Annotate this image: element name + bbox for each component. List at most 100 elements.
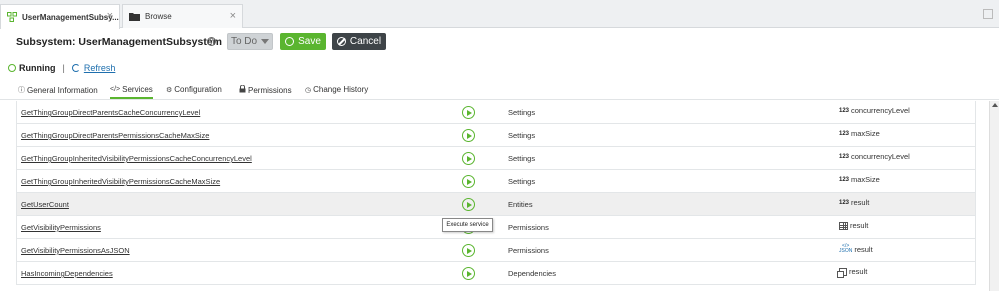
service-result: result bbox=[837, 267, 868, 278]
tab-label: Permissions bbox=[248, 85, 292, 95]
tab-label: Change History bbox=[313, 85, 369, 94]
table-row[interactable]: GetVisibilityPermissions Permissions res… bbox=[16, 216, 976, 239]
service-name-link[interactable]: GetUserCount bbox=[21, 200, 69, 209]
services-table: GetThingGroupDirectParentsCacheConcurren… bbox=[16, 101, 976, 291]
state-select[interactable]: To Do bbox=[227, 33, 273, 50]
lock-icon bbox=[239, 84, 246, 95]
refresh-icon[interactable] bbox=[71, 64, 80, 72]
running-icon bbox=[8, 64, 16, 72]
maximize-icon[interactable] bbox=[983, 9, 993, 19]
service-name-link[interactable]: GetVisibilityPermissionsAsJSON bbox=[21, 246, 130, 255]
service-name-link[interactable]: HasIncomingDependencies bbox=[21, 269, 113, 278]
number-type-icon: 123 bbox=[839, 199, 850, 206]
save-button[interactable]: Save bbox=[280, 33, 326, 50]
service-name-link[interactable]: GetThingGroupInheritedVisibilityPermissi… bbox=[21, 154, 252, 163]
tab-label: Browse bbox=[145, 12, 172, 21]
table-row[interactable]: GetThingGroupDirectParentsPermissionsCac… bbox=[16, 124, 976, 147]
service-result: 123 maxSize bbox=[839, 129, 880, 138]
result-name: result bbox=[849, 267, 868, 276]
cancel-button[interactable]: Cancel bbox=[332, 33, 386, 50]
result-name: maxSize bbox=[851, 129, 880, 138]
table-row[interactable]: GetVisibilityPermissionsAsJSON Permissio… bbox=[16, 239, 976, 262]
status-running: Running bbox=[19, 63, 56, 73]
json-type-icon: </> JSON bbox=[839, 243, 853, 254]
close-icon[interactable]: × bbox=[230, 10, 236, 22]
help-icon[interactable]: ? bbox=[207, 37, 216, 46]
number-type-icon: 123 bbox=[839, 107, 850, 114]
play-icon[interactable] bbox=[462, 267, 475, 280]
service-category: Permissions bbox=[508, 246, 549, 255]
table-row[interactable]: GetThingGroupInheritedVisibilityPermissi… bbox=[16, 170, 976, 193]
thing-icon bbox=[7, 12, 17, 22]
service-result: 123 concurrencyLevel bbox=[839, 106, 910, 115]
clock-icon: ◷ bbox=[305, 86, 312, 94]
service-result: 123 concurrencyLevel bbox=[839, 152, 910, 161]
gear-icon: ⚙ bbox=[166, 86, 173, 94]
result-name: maxSize bbox=[851, 175, 880, 184]
cancel-icon bbox=[336, 37, 346, 46]
play-icon[interactable] bbox=[462, 244, 475, 257]
service-result: 123 result bbox=[839, 198, 869, 207]
service-name-link[interactable]: GetThingGroupInheritedVisibilityPermissi… bbox=[21, 177, 220, 186]
play-icon[interactable] bbox=[462, 198, 475, 211]
service-result: 123 maxSize bbox=[839, 175, 880, 184]
tab-label: General Information bbox=[27, 85, 98, 95]
tab-services[interactable]: </> Services bbox=[110, 85, 153, 99]
tab-label: Configuration bbox=[174, 85, 222, 94]
service-category: Settings bbox=[508, 108, 536, 117]
play-icon[interactable] bbox=[462, 106, 475, 119]
table-type-icon bbox=[839, 221, 848, 230]
tab-change-history[interactable]: ◷ Change History bbox=[305, 85, 368, 94]
state-select-value: To Do bbox=[230, 36, 258, 47]
service-name-link[interactable]: GetVisibilityPermissions bbox=[21, 223, 101, 232]
object-type-icon bbox=[837, 267, 847, 278]
editor-tab-strip: UserManagementSubsy... × Browse × bbox=[0, 0, 999, 29]
chevron-down-icon bbox=[261, 39, 270, 44]
tab-usermanagementsubsystem[interactable]: UserManagementSubsy... × bbox=[0, 4, 120, 29]
execute-service-tooltip: Execute service bbox=[442, 218, 493, 232]
tab-configuration[interactable]: ⚙ Configuration bbox=[166, 85, 222, 94]
status-row: Running | Refresh bbox=[8, 63, 115, 73]
service-name-link[interactable]: GetThingGroupDirectParentsPermissionsCac… bbox=[21, 131, 209, 140]
service-category: Settings bbox=[508, 177, 536, 186]
tab-browse[interactable]: Browse × bbox=[122, 4, 243, 28]
scroll-up-icon[interactable] bbox=[992, 103, 998, 107]
info-icon: ⓘ bbox=[18, 87, 25, 94]
tab-label: UserManagementSubsy... bbox=[22, 12, 119, 22]
tab-general-information[interactable]: ⓘ General Information bbox=[18, 85, 98, 95]
service-name-link[interactable]: GetThingGroupDirectParentsCacheConcurren… bbox=[21, 108, 200, 117]
table-row[interactable]: GetThingGroupDirectParentsCacheConcurren… bbox=[16, 101, 976, 124]
number-type-icon: 123 bbox=[839, 153, 850, 160]
service-category: Settings bbox=[508, 154, 536, 163]
number-type-icon: 123 bbox=[839, 176, 850, 183]
scrollbar[interactable] bbox=[989, 101, 999, 291]
number-type-icon: 123 bbox=[839, 130, 850, 137]
folder-icon bbox=[129, 13, 140, 21]
tab-permissions[interactable]: Permissions bbox=[239, 84, 292, 95]
service-result: result bbox=[839, 221, 868, 230]
result-name: result bbox=[851, 198, 870, 207]
service-category: Permissions bbox=[508, 223, 549, 232]
play-icon[interactable] bbox=[462, 152, 475, 165]
cancel-label: Cancel bbox=[349, 36, 382, 47]
table-row[interactable]: GetUserCount Entities 123 result bbox=[16, 193, 976, 216]
result-name: concurrencyLevel bbox=[851, 152, 910, 161]
service-result: </> JSON result bbox=[839, 244, 873, 254]
tab-label: Services bbox=[122, 85, 153, 94]
play-icon[interactable] bbox=[462, 175, 475, 188]
code-icon: </> bbox=[110, 86, 121, 93]
table-row[interactable]: GetThingGroupInheritedVisibilityPermissi… bbox=[16, 147, 976, 170]
service-category: Dependencies bbox=[508, 269, 556, 278]
save-icon bbox=[285, 37, 295, 46]
result-name: result bbox=[854, 244, 873, 254]
close-icon[interactable]: × bbox=[107, 10, 113, 22]
service-category: Entities bbox=[508, 200, 533, 209]
table-row[interactable]: HasIncomingDependencies Dependencies res… bbox=[16, 262, 976, 285]
divider: | bbox=[62, 63, 65, 73]
refresh-link[interactable]: Refresh bbox=[84, 63, 116, 73]
result-name: result bbox=[850, 221, 869, 230]
service-category: Settings bbox=[508, 131, 536, 140]
play-icon[interactable] bbox=[462, 129, 475, 142]
page-title: Subsystem: UserManagementSubsystem bbox=[16, 36, 222, 48]
result-name: concurrencyLevel bbox=[851, 106, 910, 115]
